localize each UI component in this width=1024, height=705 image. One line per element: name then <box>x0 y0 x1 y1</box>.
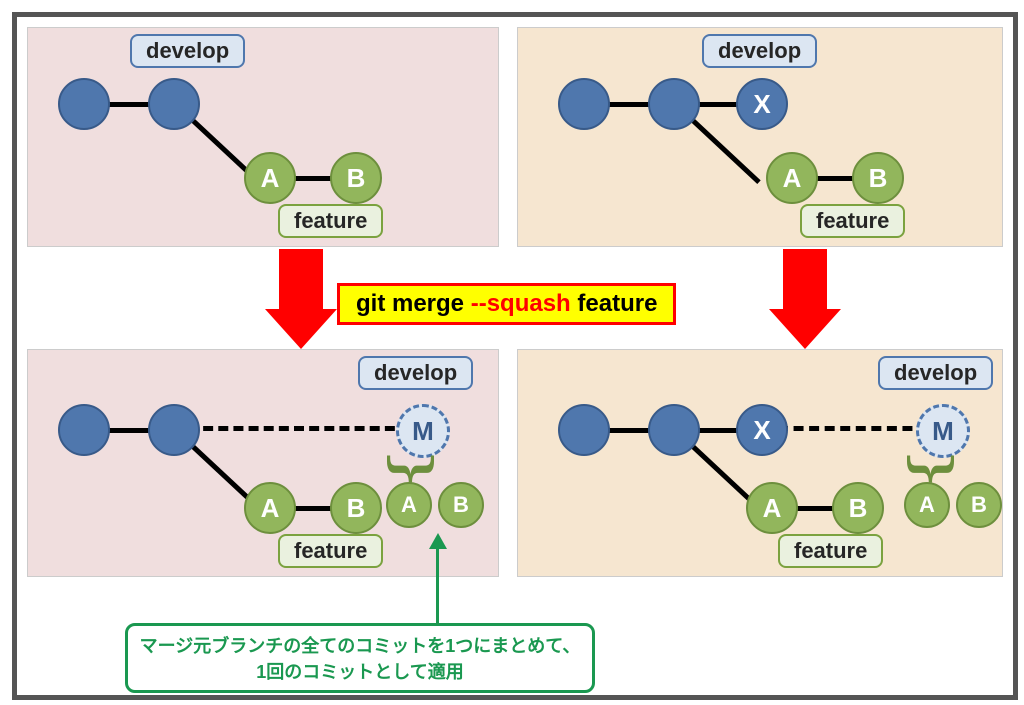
commit-blue <box>648 404 700 456</box>
note-arrow-head-icon <box>429 533 447 549</box>
commit-blue <box>648 78 700 130</box>
commit-a: A <box>746 482 798 534</box>
commit-blue <box>148 78 200 130</box>
feature-label: feature <box>800 204 905 238</box>
note-arrow-line <box>436 549 439 625</box>
develop-label: develop <box>878 356 993 390</box>
commit-b: B <box>330 482 382 534</box>
commit-a: A <box>244 152 296 204</box>
commit-a: A <box>244 482 296 534</box>
command-box: git merge --squash feature <box>337 283 676 325</box>
brace-icon: } <box>905 454 963 484</box>
brace-icon: } <box>385 454 443 484</box>
cmd-suffix: feature <box>571 290 658 317</box>
edge-dashed <box>188 426 410 431</box>
commit-b: B <box>330 152 382 204</box>
develop-label: develop <box>358 356 473 390</box>
arrow-down-icon <box>279 249 323 309</box>
commit-blue <box>58 404 110 456</box>
commit-blue <box>558 404 610 456</box>
feature-label: feature <box>778 534 883 568</box>
commit-blue <box>58 78 110 130</box>
feature-label: feature <box>278 204 383 238</box>
panel-after-diverged: develop feature X M A B } A B <box>517 349 1003 577</box>
edge-dashed <box>778 426 928 431</box>
develop-label: develop <box>130 34 245 68</box>
arrow-down-icon <box>783 249 827 309</box>
arrow-down-head-icon <box>265 309 337 349</box>
panel-before-diverged: develop feature X A B <box>517 27 1003 247</box>
commit-b: B <box>832 482 884 534</box>
commit-x: X <box>736 404 788 456</box>
commit-x: X <box>736 78 788 130</box>
arrow-down-head-icon <box>769 309 841 349</box>
note-line1: マージ元ブランチの全てのコミットを1つにまとめて、 <box>136 632 584 658</box>
feature-label: feature <box>278 534 383 568</box>
note-box: マージ元ブランチの全てのコミットを1つにまとめて、 1回のコミットとして適用 <box>125 623 595 693</box>
commit-a-small: A <box>904 482 950 528</box>
commit-blue <box>148 404 200 456</box>
note-line2: 1回のコミットとして適用 <box>136 658 584 684</box>
cmd-flag: --squash <box>471 290 571 317</box>
diagram-frame: develop feature A B develop feature X A … <box>12 12 1018 700</box>
commit-b-small: B <box>956 482 1002 528</box>
commit-b-small: B <box>438 482 484 528</box>
develop-label: develop <box>702 34 817 68</box>
commit-a-small: A <box>386 482 432 528</box>
cmd-prefix: git merge <box>356 290 471 317</box>
commit-m: M <box>396 404 450 458</box>
commit-blue <box>558 78 610 130</box>
commit-a: A <box>766 152 818 204</box>
panel-before-simple: develop feature A B <box>27 27 499 247</box>
commit-b: B <box>852 152 904 204</box>
commit-m: M <box>916 404 970 458</box>
